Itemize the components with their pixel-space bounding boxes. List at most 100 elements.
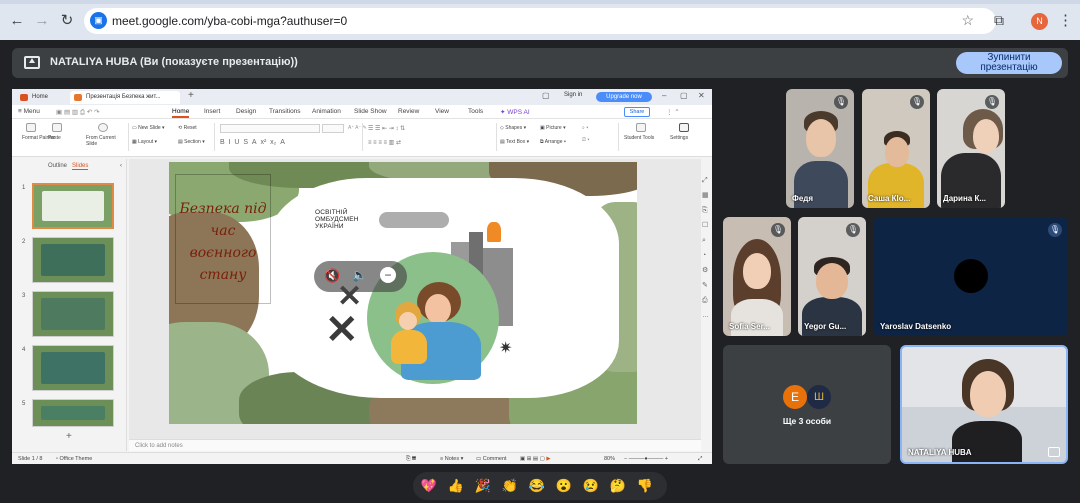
slide-thumbnail-2[interactable] xyxy=(32,237,114,283)
wps-document-tab[interactable]: Презентація Безпека жит... xyxy=(70,91,180,104)
profile-avatar[interactable]: N xyxy=(1031,13,1048,30)
new-tab-icon[interactable]: + xyxy=(188,90,194,101)
section-button[interactable]: ▤ Section ▾ xyxy=(178,139,205,145)
format-painter-icon[interactable] xyxy=(26,123,36,132)
zoom-slider[interactable]: − ────●──── + xyxy=(624,456,668,462)
slide-thumbnail-3[interactable] xyxy=(32,291,114,337)
participant-tile-nataliya[interactable]: NATALIYA HUBA xyxy=(900,345,1068,464)
participant-tile-sasha[interactable]: 🎙 Саша Кlo... xyxy=(862,89,930,208)
slide-thumbnail-content xyxy=(41,298,105,330)
browser-menu-icon[interactable]: ⋮ xyxy=(1058,11,1073,29)
student-tools-label[interactable]: Student Tools xyxy=(624,135,654,141)
font-style-buttons[interactable]: B I U S A x² x₂ A xyxy=(220,139,285,146)
slide-thumbnail-5[interactable] xyxy=(32,399,114,427)
outline-tab[interactable]: Outline xyxy=(48,163,67,169)
tab-animation[interactable]: Animation xyxy=(312,108,341,115)
settings-label[interactable]: Settings xyxy=(670,135,688,141)
settings-icon[interactable] xyxy=(679,123,689,132)
mic-off-icon: 🎙 xyxy=(1048,223,1062,237)
tab-transitions[interactable]: Transitions xyxy=(269,108,301,115)
layout-button[interactable]: ▦ Layout ▾ xyxy=(132,139,157,145)
wps-home-tab[interactable]: Home xyxy=(16,91,66,104)
from-current-slide-icon[interactable] xyxy=(98,123,108,132)
minimize-icon[interactable]: – xyxy=(662,91,666,100)
share-button[interactable]: Share xyxy=(624,107,650,117)
surprised-reaction-icon[interactable]: 😮 xyxy=(554,477,574,495)
paste-label[interactable]: Paste xyxy=(48,135,61,141)
reset-button[interactable]: ⟲ Reset xyxy=(178,125,197,131)
tab-wps-ai[interactable]: ✦ WPS AI xyxy=(500,108,530,116)
text-box-button[interactable]: ▤ Text Box ▾ xyxy=(500,139,529,145)
extensions-icon[interactable]: ⧉ xyxy=(994,12,1004,29)
collapse-panel-icon[interactable]: ‹ xyxy=(120,163,122,169)
find-replace-icons[interactable]: ⌕ ▾ ⎚ ▾ xyxy=(582,125,590,143)
tab-design[interactable]: Design xyxy=(236,108,256,115)
thumbs-down-reaction-icon[interactable]: 👎 xyxy=(635,477,655,495)
laugh-reaction-icon[interactable]: 😂 xyxy=(527,477,547,495)
notes-toggle[interactable]: ≡ Notes ▾ xyxy=(440,456,463,462)
url-text[interactable]: meet.google.com/yba-cobi-mga?authuser=0 xyxy=(112,14,347,28)
back-icon[interactable]: ← xyxy=(8,12,26,30)
participant-tile-sofia[interactable]: 🎙 Sofia Ser... xyxy=(723,217,791,336)
status-icons[interactable]: ⎘ ▦ xyxy=(406,456,416,463)
participant-tile-yegor[interactable]: 🎙 Yegor Gu... xyxy=(798,217,866,336)
picture-button[interactable]: ▣ Picture ▾ xyxy=(540,125,566,131)
address-bar[interactable]: ▣ meet.google.com/yba-cobi-mga?authuser=… xyxy=(84,8,996,34)
from-current-slide-label[interactable]: From Current Slide xyxy=(86,135,122,147)
more-participants-tile[interactable]: E Ш Ще 3 особи xyxy=(723,345,891,464)
maximize-icon[interactable]: ▢ xyxy=(680,91,688,100)
party-reaction-icon[interactable]: 🎉 xyxy=(473,477,493,495)
bookmark-star-icon[interactable]: ☆ xyxy=(961,12,974,29)
stop-presenting-button[interactable]: Зупинити презентацію xyxy=(956,52,1062,74)
font-name-field[interactable] xyxy=(220,124,320,133)
heart-reaction-icon[interactable]: 💖 xyxy=(419,477,439,495)
student-tools-icon[interactable] xyxy=(636,123,646,132)
paragraph-list-buttons[interactable]: ☰ ☰ ⇤ ⇥ ↕ ⇅ xyxy=(368,125,405,132)
tab-tools[interactable]: Tools xyxy=(468,108,483,115)
close-icon[interactable]: ✕ xyxy=(698,91,705,100)
shapes-button[interactable]: ◇ Shapes ▾ xyxy=(500,125,526,131)
tab-review[interactable]: Review xyxy=(398,108,419,115)
pip-icon[interactable] xyxy=(1048,447,1060,457)
thinking-reaction-icon[interactable]: 🤔 xyxy=(608,477,628,495)
add-slide-icon[interactable]: + xyxy=(66,431,72,442)
participant-tile-yaroslav[interactable]: 🎙 Yaroslav Datsenko xyxy=(874,217,1068,336)
remove-icon: − xyxy=(380,267,396,283)
paste-icon[interactable] xyxy=(52,123,62,132)
slide-thumbnail-1[interactable] xyxy=(32,183,114,229)
new-slide-button[interactable]: ▭ New Slide ▾ xyxy=(132,125,165,131)
meet-site-icon: ▣ xyxy=(90,12,107,29)
side-tool-icons[interactable]: ⤢ ▦ ⎘ ☐ ⌕ ◔ ⚙ ✎ ⎙… xyxy=(702,173,709,323)
clap-reaction-icon[interactable]: 👏 xyxy=(500,477,520,495)
tab-home[interactable]: Home xyxy=(172,108,190,118)
wps-menu-button[interactable]: ≡ Menu xyxy=(18,108,40,115)
participant-tile-fedya[interactable]: 🎙 Федя xyxy=(786,89,854,208)
comment-toggle[interactable]: ▭ Comment xyxy=(476,456,507,462)
font-size-adjust-icons[interactable]: A⁺ A⁻ ✎ xyxy=(348,125,367,131)
view-mode-buttons[interactable]: ▣ ⊞ ▤ ▢ ▶ xyxy=(520,456,551,462)
slides-tab[interactable]: Slides xyxy=(72,163,89,170)
tab-view[interactable]: View xyxy=(435,108,449,115)
zoom-level[interactable]: 80% xyxy=(604,456,615,462)
fit-window-icon[interactable]: ⤢ xyxy=(698,456,702,463)
upgrade-button[interactable]: Upgrade now xyxy=(596,92,652,102)
participant-tile-daryna[interactable]: 🎙 Дарина К... xyxy=(937,89,1005,208)
tab-insert[interactable]: Insert xyxy=(204,108,220,115)
slide-canvas[interactable]: Безпека під час воєнного стану ОСВІТНІЙ … xyxy=(169,162,637,424)
font-size-field[interactable] xyxy=(322,124,344,133)
mother-face xyxy=(425,294,451,324)
forward-icon[interactable]: → xyxy=(33,12,51,30)
tab-slide-show[interactable]: Slide Show xyxy=(354,108,387,115)
window-layout-icon[interactable]: ▢ xyxy=(542,91,550,100)
ribbon-options-icons[interactable]: ⋮ ⌃ xyxy=(666,108,680,116)
reload-icon[interactable]: ↻ xyxy=(58,12,76,30)
slide-thumbnail-4[interactable] xyxy=(32,345,114,391)
paragraph-align-buttons[interactable]: ≡ ≡ ≡ ≡ ▥ ⇄ xyxy=(368,139,401,146)
thumbs-up-reaction-icon[interactable]: 👍 xyxy=(446,477,466,495)
sign-in-link[interactable]: Sign in xyxy=(564,92,582,98)
notes-field[interactable]: Click to add notes xyxy=(129,439,701,451)
quick-access-icons[interactable]: ▣ ▤ ▥ ⎙ ↶ ↷ xyxy=(56,108,100,117)
slide-title-text[interactable]: Безпека під час воєнного стану xyxy=(175,198,271,286)
arrange-button[interactable]: ⧉ Arrange ▾ xyxy=(540,139,566,145)
sad-reaction-icon[interactable]: 😢 xyxy=(581,477,601,495)
